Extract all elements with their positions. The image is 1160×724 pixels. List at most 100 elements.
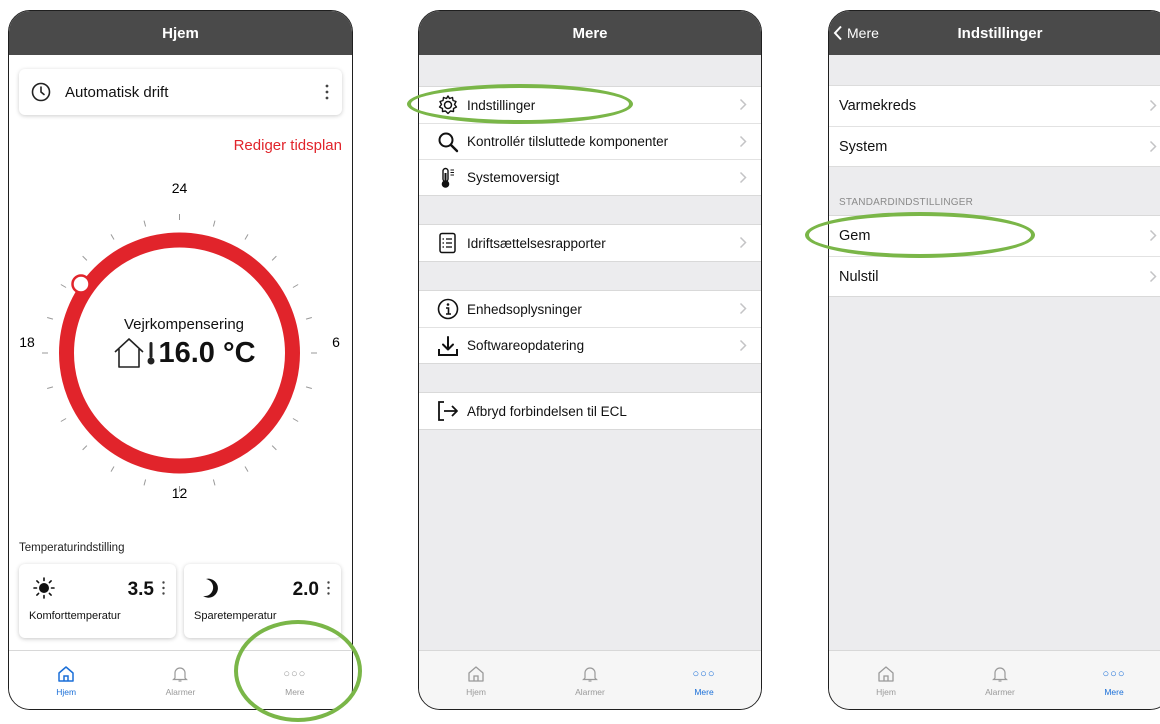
settings-group: Varmekreds System (829, 85, 1160, 167)
sun-icon (33, 577, 55, 599)
chevron-right-icon (739, 236, 747, 249)
info-icon (437, 298, 459, 320)
settings-item-reset[interactable]: Nulstil (829, 256, 1160, 296)
more-dots-icon: ○○○ (692, 667, 716, 680)
kebab-menu-icon[interactable] (161, 580, 166, 596)
settings-item-label: System (839, 138, 888, 155)
menu-group-device: Enhedsoplysninger Softwareopdatering (419, 290, 761, 364)
dial-tick (212, 479, 216, 486)
home-icon (58, 665, 74, 682)
bell-icon (582, 666, 598, 682)
gear-icon (438, 95, 458, 115)
saving-temperature-value: 2.0 (292, 579, 319, 600)
chevron-right-icon (1149, 270, 1157, 283)
settings-item-label: Nulstil (839, 268, 879, 285)
phone-more-screen: Mere Indstillinger Kontrollér tilslutted… (418, 10, 762, 710)
menu-item-label: Softwareopdatering (467, 338, 585, 353)
comfort-temperature-label: Komforttemperatur (29, 610, 121, 622)
settings-item-save[interactable]: Gem (829, 216, 1160, 256)
chevron-right-icon (739, 135, 747, 148)
section-header-defaults: STANDARDINDSTILLINGER (839, 197, 974, 208)
kebab-menu-icon[interactable] (324, 83, 330, 101)
tab-label: Alarmer (575, 686, 605, 697)
dial-tick (271, 255, 277, 261)
operation-mode-label: Automatisk drift (65, 83, 169, 101)
comfort-temperature-value: 3.5 (127, 579, 154, 600)
dial-tick (244, 466, 249, 472)
settings-item-label: Gem (839, 228, 871, 244)
menu-item-system-overview[interactable]: Systemoversigt (419, 159, 761, 195)
report-icon (439, 232, 456, 254)
phone-settings-screen: Mere Indstillinger Varmekreds System STA… (828, 10, 1160, 710)
dial-tick (143, 220, 147, 227)
dial-tick (305, 386, 312, 389)
dial-tick (110, 234, 115, 240)
dial-tick (292, 284, 299, 288)
menu-item-software-update[interactable]: Softwareopdatering (419, 327, 761, 363)
chevron-left-icon (833, 25, 842, 41)
settings-item-system[interactable]: System (829, 126, 1160, 166)
dial-tick (47, 317, 54, 320)
tab-label: Alarmer (165, 686, 196, 697)
dial-tick (212, 220, 216, 227)
tab-label: Hjem (466, 686, 486, 697)
dial-tick (244, 234, 249, 240)
settings-item-heating-circuit[interactable]: Varmekreds (829, 86, 1160, 126)
thermometer-icon (441, 167, 454, 188)
tab-more[interactable]: ○○○ Mere (1057, 651, 1160, 709)
tab-more[interactable]: ○○○ Mere (647, 651, 761, 709)
edit-schedule-link[interactable]: Rediger tidsplan (234, 137, 342, 154)
menu-item-device-info[interactable]: Enhedsoplysninger (419, 291, 761, 327)
tab-alarms[interactable]: Alarmer (123, 651, 237, 709)
kebab-menu-icon[interactable] (326, 580, 331, 596)
tab-label: Mere (285, 686, 305, 697)
header-settings: Mere Indstillinger (829, 11, 1160, 55)
menu-item-commissioning-reports[interactable]: Idriftsættelsesrapporter (419, 225, 761, 261)
tab-alarms[interactable]: Alarmer (943, 651, 1057, 709)
comfort-temperature-card[interactable]: 3.5 Komforttemperatur (19, 564, 176, 638)
chevron-right-icon (739, 171, 747, 184)
menu-group-disconnect: Afbryd forbindelsen til ECL (419, 392, 761, 430)
chevron-right-icon (1149, 99, 1157, 112)
current-temperature: 16.0 °C (158, 336, 256, 369)
chevron-right-icon (1149, 229, 1157, 242)
download-icon (438, 335, 458, 356)
dial-tick (60, 418, 67, 422)
dial-tick (110, 466, 115, 472)
magnifier-icon (438, 132, 459, 152)
bell-icon (992, 666, 1008, 682)
menu-group-reports: Idriftsættelsesrapporter (419, 224, 761, 262)
dial-handle[interactable] (71, 274, 91, 294)
menu-item-settings[interactable]: Indstillinger (419, 87, 761, 123)
menu-item-disconnect[interactable]: Afbryd forbindelsen til ECL (419, 393, 761, 429)
menu-item-check-components[interactable]: Kontrollér tilsluttede komponenter (419, 123, 761, 159)
tab-label: Hjem (876, 686, 896, 697)
home-icon (468, 665, 484, 682)
saving-temperature-label: Sparetemperatur (194, 610, 277, 622)
operation-mode-card[interactable]: Automatisk drift (19, 69, 342, 115)
tab-more[interactable]: ○○○ Mere (238, 651, 352, 709)
menu-item-label: Indstillinger (467, 97, 536, 113)
dial-label-12: 12 (172, 485, 188, 501)
back-button[interactable]: Mere (833, 11, 879, 55)
tab-label: Hjem (56, 686, 77, 697)
tab-alarms[interactable]: Alarmer (533, 651, 647, 709)
dial-tick (82, 255, 88, 261)
tab-home[interactable]: Hjem (419, 651, 533, 709)
temperature-settings-label: Temperaturindstilling (19, 542, 125, 554)
saving-temperature-card[interactable]: 2.0 Sparetemperatur (184, 564, 341, 638)
menu-group-settings: Indstillinger Kontrollér tilsluttede kom… (419, 86, 761, 196)
thermometer-icon (147, 342, 155, 365)
header-more: Mere (419, 11, 761, 55)
dial-label-24: 24 (172, 180, 188, 196)
tab-home[interactable]: Hjem (9, 651, 123, 709)
tab-home[interactable]: Hjem (829, 651, 943, 709)
defaults-group: Gem Nulstil (829, 215, 1160, 297)
dial-tick (305, 317, 312, 320)
tab-label: Mere (694, 686, 714, 697)
page-title: Mere (572, 24, 608, 42)
tab-bar: Hjem Alarmer ○○○ Mere (419, 650, 761, 709)
tab-bar: Hjem Alarmer ○○○ Mere (9, 650, 352, 709)
menu-item-label: Systemoversigt (467, 170, 560, 185)
clock-icon (31, 82, 51, 102)
